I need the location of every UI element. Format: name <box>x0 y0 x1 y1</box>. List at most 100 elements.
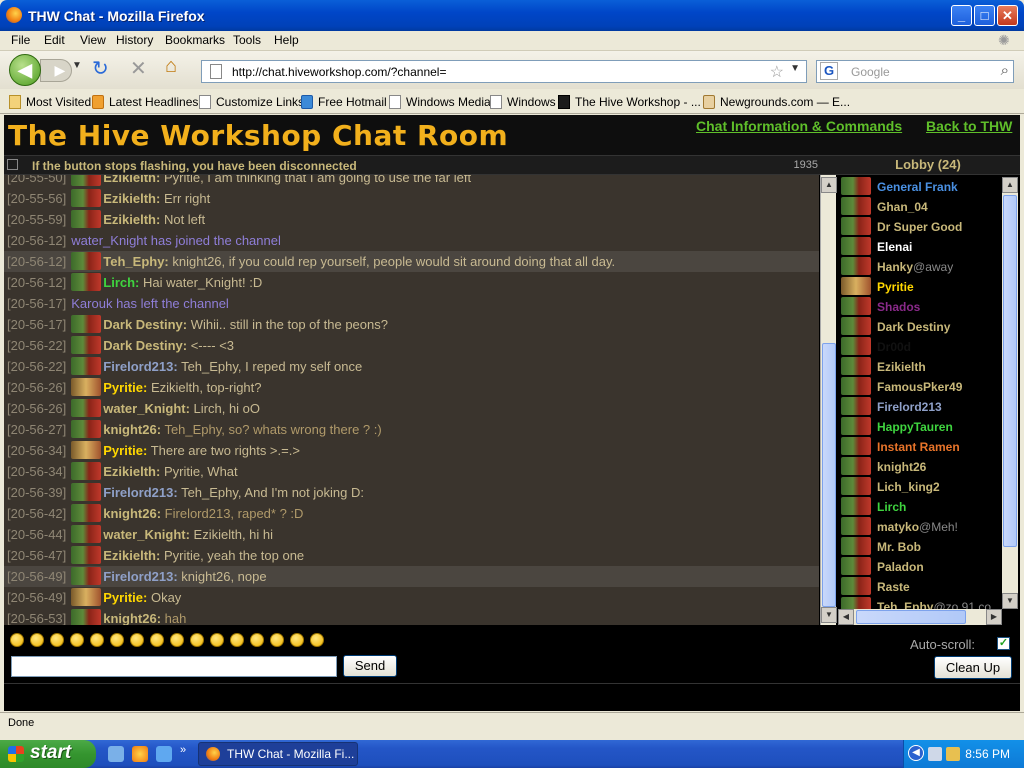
menu-tools[interactable]: Tools <box>233 33 261 47</box>
forward-icon[interactable]: ▶ <box>40 59 72 82</box>
emoticon-icon[interactable] <box>270 633 284 647</box>
emoticon-icon[interactable] <box>150 633 164 647</box>
back-icon[interactable]: ◀ <box>9 54 41 86</box>
user-list-item[interactable]: Dr00d <box>838 337 1002 357</box>
user-list-item[interactable]: Lirch <box>838 497 1002 517</box>
user-list-item[interactable]: Lich_king2 <box>838 477 1002 497</box>
clean-up-button[interactable]: Clean Up <box>934 656 1012 679</box>
user-list-item[interactable]: Instant Ramen <box>838 437 1002 457</box>
url-dropdown-icon[interactable]: ▼ <box>790 63 800 74</box>
bookmark-latest-headlines[interactable]: Latest Headlines <box>92 95 198 109</box>
message-author[interactable]: water_Knight: <box>103 401 190 416</box>
emoticon-icon[interactable] <box>190 633 204 647</box>
message-author[interactable]: Pyritie: <box>103 380 147 395</box>
message-author[interactable]: Lirch: <box>103 275 139 290</box>
user-list-item[interactable]: Elenai <box>838 237 1002 257</box>
message-author[interactable]: Ezikielth: <box>103 175 160 185</box>
user-list-item[interactable]: Paladon <box>838 557 1002 577</box>
menu-file[interactable]: File <box>11 33 30 47</box>
message-author[interactable]: Ezikielth: <box>103 212 160 227</box>
bookmark-hive-workshop[interactable]: The Hive Workshop - ... <box>558 95 701 109</box>
star-icon[interactable]: ☆ <box>770 62 784 82</box>
message-author[interactable]: knight26: <box>103 422 161 437</box>
quicklaunch-more-icon[interactable]: » <box>180 744 186 756</box>
minimize-button[interactable]: _ <box>951 5 972 26</box>
user-list-item[interactable]: Pyritie <box>838 277 1002 297</box>
emoticon-icon[interactable] <box>230 633 244 647</box>
chat-log[interactable]: [20-55-50] Ezikielth: Pyritie, I am think… <box>4 175 819 625</box>
search-icon[interactable]: ⌕ <box>1001 62 1009 79</box>
user-list-item[interactable]: knight26 <box>838 457 1002 477</box>
scroll-up-icon[interactable]: ▲ <box>821 177 837 193</box>
emoticon-icon[interactable] <box>310 633 324 647</box>
emoticon-icon[interactable] <box>50 633 64 647</box>
bookmark-free-hotmail[interactable]: Free Hotmail <box>301 95 387 109</box>
quicklaunch-ie-icon[interactable] <box>156 746 172 762</box>
back-to-thw-link[interactable]: Back to THW <box>926 118 1012 134</box>
emoticon-icon[interactable] <box>170 633 184 647</box>
scroll-right-icon[interactable]: ▶ <box>986 609 1002 625</box>
scroll-down-icon[interactable]: ▼ <box>1002 593 1018 609</box>
search-input[interactable]: G Google ⌕ <box>816 60 1014 83</box>
message-author[interactable]: Teh_Ephy: <box>103 254 169 269</box>
message-author[interactable]: Firelord213: <box>103 485 177 500</box>
reload-icon[interactable]: ↻ <box>92 56 109 81</box>
message-author[interactable]: Firelord213: <box>103 569 177 584</box>
home-icon[interactable]: ⌂ <box>165 55 177 78</box>
user-list-hscrollbar[interactable]: ◀ ▶ <box>838 609 1002 625</box>
message-author[interactable]: Ezikielth: <box>103 548 160 563</box>
user-list-item[interactable]: Teh_Ephy@zo.91.co <box>838 597 1002 609</box>
menu-help[interactable]: Help <box>274 33 299 47</box>
bookmark-windows-media[interactable]: Windows Media <box>389 95 491 109</box>
scroll-up-icon[interactable]: ▲ <box>1002 177 1018 193</box>
user-list-item[interactable]: Ghan_04 <box>838 197 1002 217</box>
history-dropdown-icon[interactable]: ▼ <box>72 60 82 71</box>
message-author[interactable]: Pyritie: <box>103 590 147 605</box>
bookmark-newgrounds[interactable]: Newgrounds.com — E... <box>703 95 850 109</box>
taskbar-item-firefox[interactable]: THW Chat - Mozilla Fi... <box>198 742 358 766</box>
emoticon-icon[interactable] <box>130 633 144 647</box>
user-list-item[interactable]: Firelord213 <box>838 397 1002 417</box>
stop-icon[interactable]: ✕ <box>130 56 147 81</box>
emoticon-icon[interactable] <box>110 633 124 647</box>
user-hscroll-thumb[interactable] <box>856 610 966 624</box>
chat-scroll-thumb[interactable] <box>822 343 836 607</box>
emoticon-icon[interactable] <box>290 633 304 647</box>
message-author[interactable]: Firelord213: <box>103 359 177 374</box>
message-author[interactable]: Dark Destiny: <box>103 338 187 353</box>
user-list-item[interactable]: General Frank <box>838 177 1002 197</box>
bookmark-most-visited[interactable]: Most Visited <box>9 95 91 109</box>
user-list-item[interactable]: Hanky@away <box>838 257 1002 277</box>
url-bar[interactable]: http://chat.hiveworkshop.com/?channel= ☆… <box>201 60 807 83</box>
user-list-item[interactable]: Dr Super Good <box>838 217 1002 237</box>
message-author[interactable]: Ezikielth: <box>103 191 160 206</box>
user-list-item[interactable]: Mr. Bob <box>838 537 1002 557</box>
scroll-down-icon[interactable]: ▼ <box>821 607 837 623</box>
emoticon-icon[interactable] <box>10 633 24 647</box>
message-input[interactable] <box>11 656 337 677</box>
scroll-left-icon[interactable]: ◀ <box>838 609 854 625</box>
user-list-item[interactable]: Dark Destiny <box>838 317 1002 337</box>
user-list-item[interactable]: FamousPker49 <box>838 377 1002 397</box>
message-author[interactable]: Pyritie: <box>103 443 147 458</box>
user-list-item[interactable]: HappyTauren <box>838 417 1002 437</box>
menu-history[interactable]: History <box>116 33 153 47</box>
user-list-item[interactable]: Shados <box>838 297 1002 317</box>
message-author[interactable]: Ezikielth: <box>103 464 160 479</box>
user-list-item[interactable]: Raste <box>838 577 1002 597</box>
tray-expand-icon[interactable]: ◀ <box>908 745 924 761</box>
start-button[interactable]: start <box>0 740 96 768</box>
user-list-scrollbar[interactable]: ▲ ▼ <box>1002 177 1018 609</box>
volume-icon[interactable] <box>946 747 960 761</box>
message-author[interactable]: water_Knight: <box>103 527 190 542</box>
message-author[interactable]: knight26: <box>103 611 161 625</box>
emoticon-icon[interactable] <box>210 633 224 647</box>
bookmark-customize-links[interactable]: Customize Links <box>199 95 304 109</box>
send-button[interactable]: Send <box>343 655 397 677</box>
user-list-item[interactable]: matyko@Meh! <box>838 517 1002 537</box>
close-button[interactable]: ✕ <box>997 5 1018 26</box>
user-list-item[interactable]: Ezikielth <box>838 357 1002 377</box>
bookmark-windows[interactable]: Windows <box>490 95 556 109</box>
emoticon-icon[interactable] <box>90 633 104 647</box>
autoscroll-checkbox[interactable]: ✓ <box>997 637 1010 650</box>
